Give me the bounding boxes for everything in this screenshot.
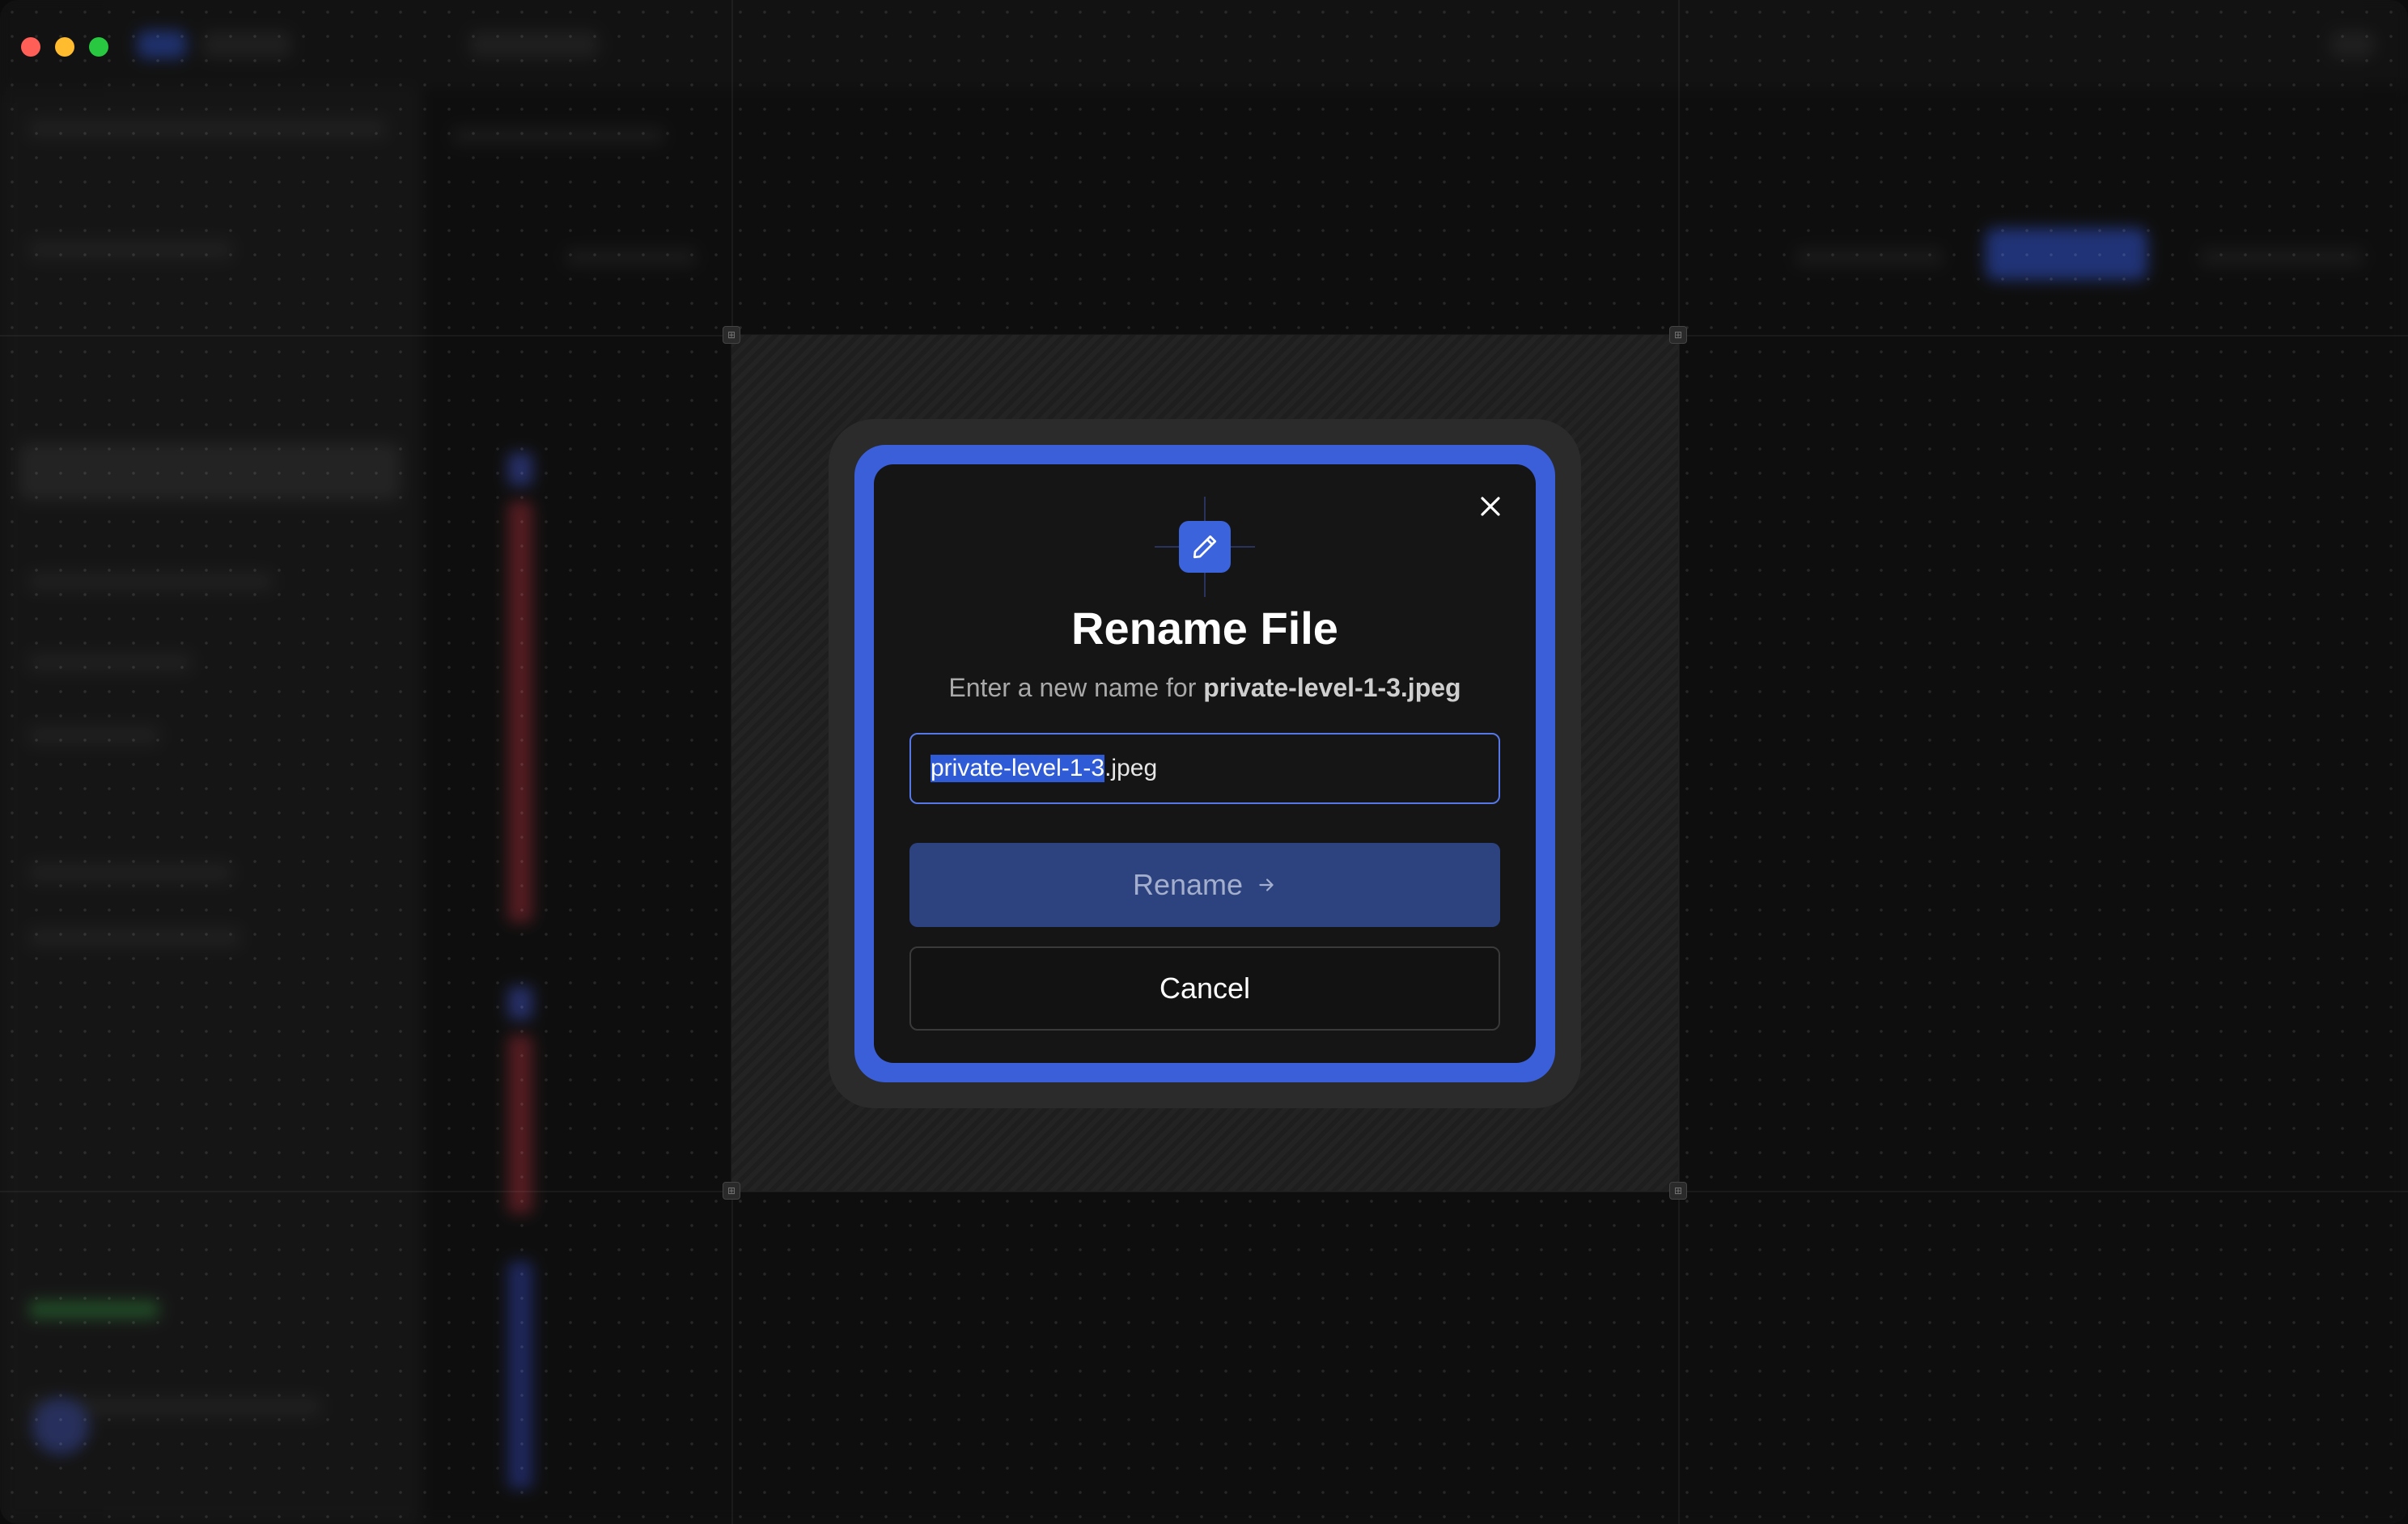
background-sidebar bbox=[0, 87, 421, 1524]
close-window-button[interactable] bbox=[21, 37, 40, 57]
close-dialog-button[interactable] bbox=[1473, 489, 1508, 524]
corner-marker-icon: ⊞ bbox=[1669, 1182, 1687, 1200]
corner-marker-icon: ⊞ bbox=[723, 326, 740, 344]
dialog-subtitle: Enter a new name for private-level-1-3.j… bbox=[874, 673, 1536, 703]
arrow-right-icon bbox=[1259, 878, 1274, 891]
extension-text: .jpeg bbox=[1104, 755, 1158, 781]
rename-button-label: Rename bbox=[1132, 868, 1244, 901]
corner-marker-icon: ⊞ bbox=[1669, 326, 1687, 344]
rename-file-dialog: Rename File Enter a new name for private… bbox=[874, 464, 1536, 1063]
file-name-input[interactable]: private-level-1-3 .jpeg bbox=[909, 733, 1500, 804]
pencil-icon bbox=[1193, 535, 1217, 559]
zoom-window-button[interactable] bbox=[89, 37, 108, 57]
cancel-button-label: Cancel bbox=[1159, 972, 1251, 1005]
rename-button[interactable]: Rename bbox=[909, 843, 1500, 927]
minimize-window-button[interactable] bbox=[55, 37, 74, 57]
corner-marker-icon: ⊞ bbox=[723, 1182, 740, 1200]
subtitle-file-name: private-level-1-3.jpeg bbox=[1203, 673, 1461, 702]
close-icon bbox=[1481, 497, 1500, 516]
selected-name-text: private-level-1-3 bbox=[931, 755, 1105, 782]
app-window: ⊞ ⊞ ⊞ ⊞ Rename File Enter a new name for… bbox=[0, 0, 2408, 1524]
dialog-title: Rename File bbox=[1071, 603, 1338, 654]
window-controls bbox=[21, 37, 108, 57]
subtitle-prefix: Enter a new name for bbox=[948, 673, 1197, 702]
guide-line bbox=[0, 1191, 2408, 1192]
pencil-badge bbox=[1179, 521, 1231, 573]
background-titlebar bbox=[0, 0, 2408, 87]
dialog-icon-badge bbox=[1155, 497, 1255, 597]
guide-line bbox=[1678, 0, 1680, 1524]
cancel-button[interactable]: Cancel bbox=[909, 946, 1500, 1031]
